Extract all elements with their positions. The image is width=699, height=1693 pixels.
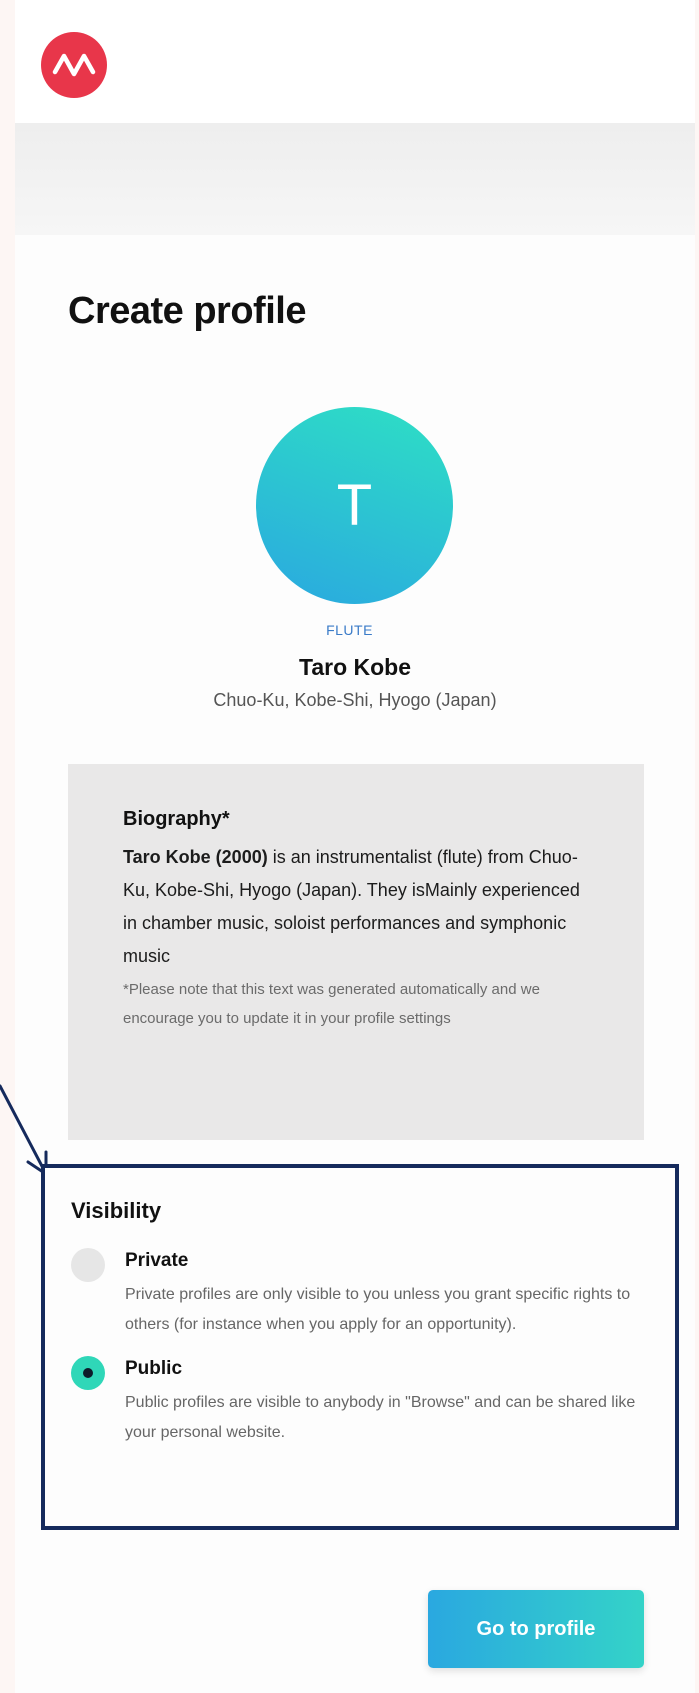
visibility-option-public[interactable]: Public Public profiles are visible to an… [71, 1356, 647, 1448]
avatar: T [256, 407, 453, 604]
public-radio[interactable] [71, 1356, 105, 1390]
biography-text: Taro Kobe (2000) is an instrumentalist (… [123, 841, 590, 973]
private-description: Private profiles are only visible to you… [125, 1286, 631, 1333]
visibility-option-private[interactable]: Private Private profiles are only visibl… [71, 1248, 647, 1340]
visibility-title: Visibility [71, 1198, 162, 1223]
biography-note: *Please note that this text was generate… [123, 981, 540, 1027]
go-to-profile-button[interactable]: Go to profile [428, 1590, 644, 1668]
public-label: Public [125, 1358, 183, 1379]
biography-title: Biography* [123, 808, 230, 830]
sub-header-bar [15, 123, 695, 235]
waveform-icon[interactable] [41, 32, 107, 98]
page-title: Create profile [68, 290, 306, 332]
profile-location: Chuo-Ku, Kobe-Shi, Hyogo (Japan) [213, 690, 497, 710]
biography-card: Biography* Taro Kobe (2000) is an instru… [68, 764, 644, 1140]
top-header [15, 0, 695, 123]
private-radio[interactable] [71, 1248, 105, 1282]
profile-name: Taro Kobe [298, 654, 412, 680]
biography-name-year: Taro Kobe (2000) [123, 847, 268, 867]
profile-instrument: FLUTE [326, 622, 373, 638]
private-label: Private [125, 1250, 189, 1271]
public-description: Public profiles are visible to anybody i… [125, 1394, 636, 1441]
visibility-section: Visibility Private Private profiles are … [41, 1164, 679, 1530]
